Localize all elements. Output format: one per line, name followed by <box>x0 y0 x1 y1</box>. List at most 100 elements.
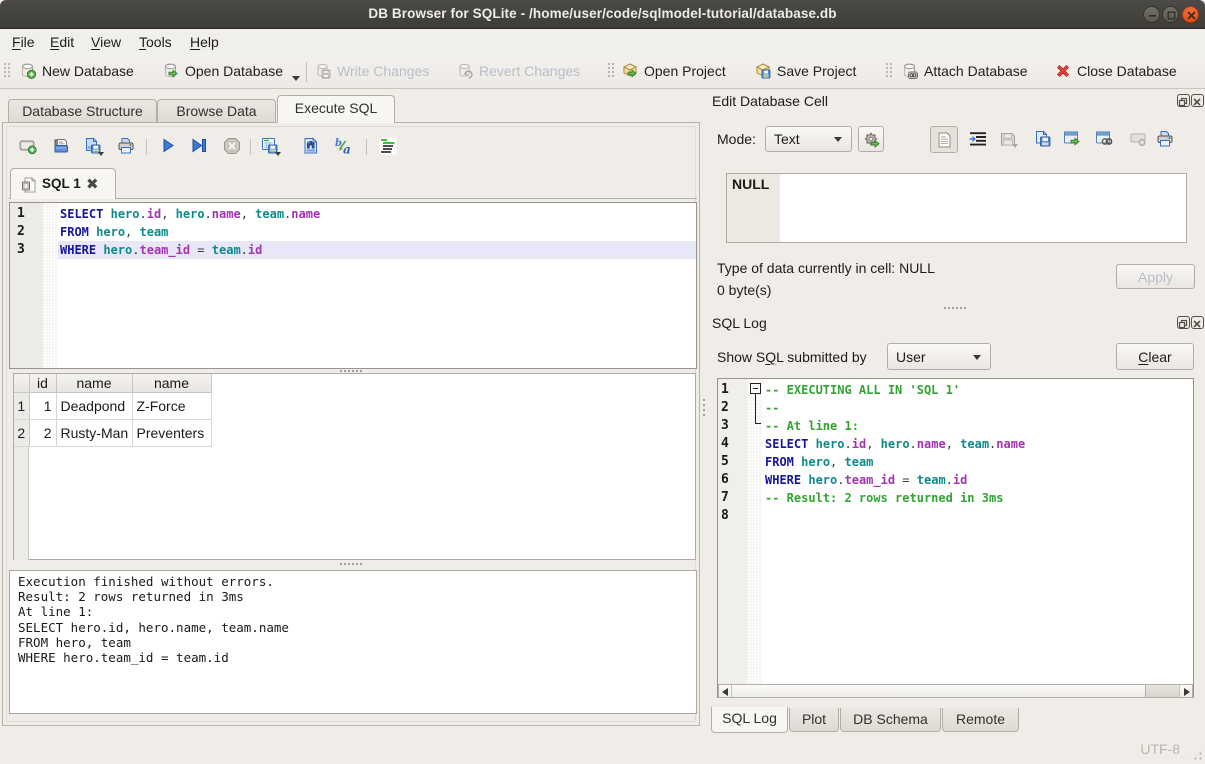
dock-tab-db-schema[interactable]: DB Schema <box>840 708 941 732</box>
revert-changes-label: Revert Changes <box>479 63 580 79</box>
import-from-file-button[interactable] <box>999 130 1017 151</box>
results-message-splitter[interactable] <box>340 563 364 565</box>
edit-cell-close-button[interactable] <box>1191 94 1204 107</box>
import-settings-button[interactable] <box>858 126 884 152</box>
execute-all-button[interactable] <box>159 137 177 155</box>
print-sql-button[interactable] <box>117 137 135 155</box>
log-line-number: 6 <box>721 471 741 489</box>
new-database-button[interactable]: New Database <box>20 53 134 88</box>
resize-grip[interactable] <box>1189 747 1203 761</box>
column-header-name1[interactable]: name <box>56 374 132 392</box>
tab-browse-data[interactable]: Browse Data <box>157 99 276 122</box>
menu-view[interactable]: View <box>91 33 121 52</box>
edit-cell-float-button[interactable] <box>1177 94 1190 107</box>
sql-log-close-button[interactable] <box>1191 316 1204 329</box>
log-line-number: 7 <box>721 489 741 507</box>
results-grid[interactable]: id name name 1 1 Deadpond Z-Force 2 2 Ru… <box>13 373 696 560</box>
column-header-id[interactable]: id <box>29 374 56 392</box>
write-changes-button[interactable]: Write Changes <box>315 53 429 88</box>
dock-vertical-splitter[interactable] <box>944 307 968 309</box>
close-database-button[interactable]: Close Database <box>1055 53 1177 88</box>
dock-tab-remote[interactable]: Remote <box>942 708 1019 732</box>
sql-editor[interactable]: 1 2 3 SELECT hero.id, hero.name, team.na… <box>9 202 697 369</box>
save-project-button[interactable]: Save Project <box>755 53 856 88</box>
save-results-dropdown-caret[interactable] <box>275 152 281 156</box>
log-line-number: 5 <box>721 453 741 471</box>
apply-button[interactable]: Apply <box>1116 264 1195 289</box>
close-button[interactable] <box>1182 6 1199 23</box>
copy-link-button[interactable] <box>1095 130 1115 151</box>
maximize-button[interactable] <box>1162 6 1179 23</box>
tab-database-structure[interactable]: Database Structure <box>8 99 157 122</box>
sql-tab-label: SQL 1 <box>42 176 81 191</box>
save-results-button[interactable] <box>261 137 279 155</box>
new-sql-tab-button[interactable] <box>19 137 37 155</box>
open-sql-file-button[interactable] <box>52 137 70 155</box>
menu-file[interactable]: File <box>12 33 35 52</box>
open-external-button[interactable] <box>1063 130 1083 151</box>
import-dropdown-caret[interactable] <box>1012 144 1018 148</box>
revert-changes-icon <box>457 63 473 79</box>
clear-button[interactable]: Clear <box>1116 343 1194 370</box>
execution-message-box[interactable]: Execution finished without errors. Resul… <box>9 570 697 714</box>
dock-tab-sql-log[interactable]: SQL Log <box>711 707 788 733</box>
toolbar-handle-2[interactable] <box>608 63 614 79</box>
open-database-button[interactable]: Open Database <box>163 53 283 88</box>
format-sql-button[interactable] <box>379 137 397 155</box>
grid-corner[interactable] <box>14 374 29 392</box>
menu-edit[interactable]: Edit <box>50 33 74 52</box>
mode-combobox[interactable]: Text <box>765 126 852 152</box>
line-number: 3 <box>17 241 37 259</box>
row-header[interactable]: 2 <box>14 419 29 446</box>
sql-log-float-button[interactable] <box>1177 316 1190 329</box>
open-database-dropdown-caret[interactable] <box>292 76 300 81</box>
toolbar-handle-3[interactable] <box>886 63 892 79</box>
row-header[interactable]: 1 <box>14 392 29 419</box>
table-row[interactable]: 1 1 Deadpond Z-Force <box>14 392 211 419</box>
titlebar[interactable]: DB Browser for SQLite - /home/user/code/… <box>0 0 1205 29</box>
replace-button[interactable]: b a <box>335 137 353 155</box>
table-row[interactable]: 2 2 Rusty-Man Preventers <box>14 419 211 446</box>
edit-cell-title: Edit Database Cell <box>712 93 828 109</box>
toolbar-separator <box>306 62 307 82</box>
sql-log-filter-combobox[interactable]: User <box>887 343 991 370</box>
find-button[interactable] <box>302 137 320 155</box>
minimize-button[interactable] <box>1143 6 1160 23</box>
toolbar-handle[interactable] <box>4 63 10 79</box>
text-mode-button[interactable] <box>930 126 958 153</box>
save-sql-file-button[interactable] <box>84 137 102 155</box>
scroll-left-button[interactable] <box>719 685 732 697</box>
close-database-label: Close Database <box>1077 63 1177 79</box>
stop-button[interactable] <box>223 137 241 155</box>
log-line-number: 4 <box>721 435 741 453</box>
log-horizontal-scrollbar[interactable] <box>718 684 1193 698</box>
sql-file-icon <box>21 177 37 193</box>
dock-splitter[interactable] <box>703 399 705 419</box>
print-cell-button[interactable] <box>1156 130 1174 148</box>
fold-marker-icon[interactable] <box>750 383 761 394</box>
app-window: DB Browser for SQLite - /home/user/code/… <box>0 0 1205 764</box>
execute-line-button[interactable] <box>190 137 208 155</box>
scrollbar-thumb[interactable] <box>1145 685 1180 697</box>
editor-results-splitter[interactable] <box>340 370 364 372</box>
sql-code-line: SELECT hero.id, hero.name, team.name <box>58 205 697 223</box>
attach-database-button[interactable]: Attach Database <box>902 53 1028 88</box>
minimize-icon <box>1146 9 1159 22</box>
menu-help[interactable]: Help <box>190 33 219 52</box>
cell-editor[interactable]: NULL <box>726 173 1187 243</box>
save-project-label: Save Project <box>777 63 856 79</box>
word-wrap-button[interactable] <box>969 131 987 150</box>
open-project-button[interactable]: Open Project <box>622 53 726 88</box>
sql-tab-close-icon[interactable]: ✖ <box>86 175 99 193</box>
sql-log-editor[interactable]: 1 2 3 4 5 6 7 8 -- EXECUTING ALL IN 'SQL… <box>717 378 1194 698</box>
set-null-button[interactable] <box>1130 133 1146 149</box>
scroll-right-button[interactable] <box>1179 685 1192 697</box>
tab-execute-sql[interactable]: Execute SQL <box>277 95 395 123</box>
menu-tools[interactable]: Tools <box>139 33 172 52</box>
save-sql-dropdown-caret[interactable] <box>98 152 104 156</box>
sql-tab[interactable]: SQL 1 ✖ <box>10 168 116 199</box>
export-to-file-button[interactable] <box>1034 130 1052 151</box>
dock-tab-plot[interactable]: Plot <box>789 708 839 732</box>
revert-changes-button[interactable]: Revert Changes <box>457 53 580 88</box>
column-header-name2[interactable]: name <box>132 374 211 392</box>
